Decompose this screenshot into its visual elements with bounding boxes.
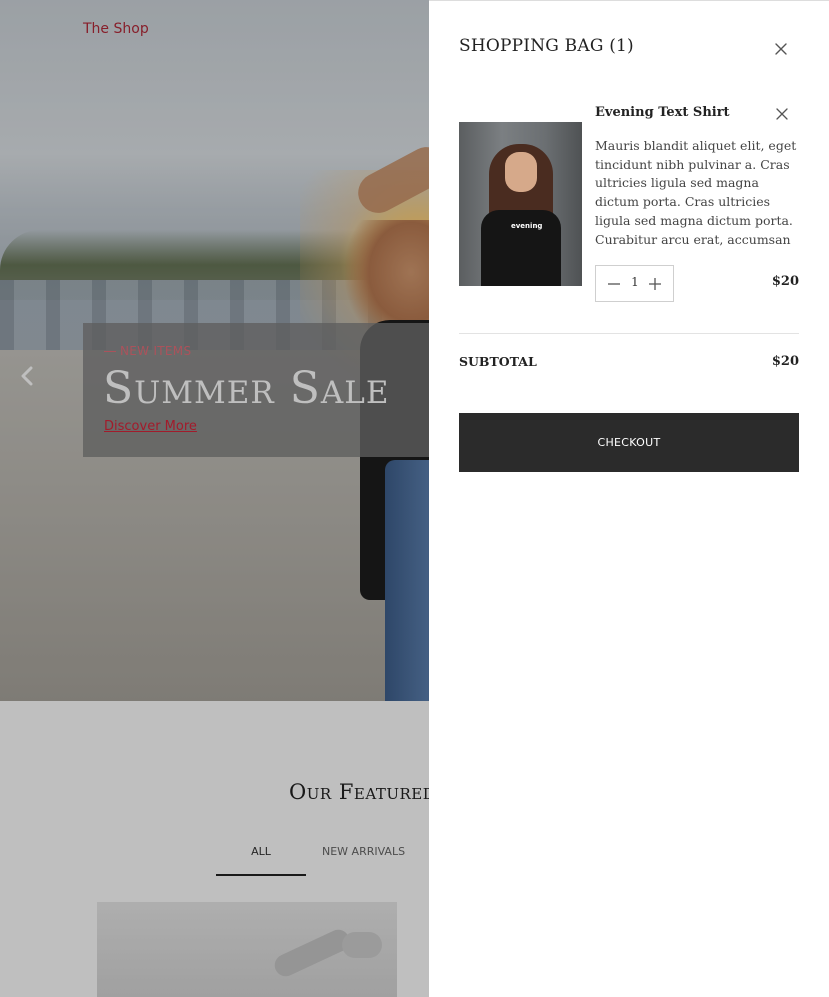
subtotal-label: SUBTOTAL (459, 354, 537, 369)
cart-divider (459, 333, 799, 334)
remove-item-close-icon[interactable] (775, 107, 789, 121)
quantity-stepper: 1 (595, 265, 674, 302)
checkout-button[interactable]: CHECKOUT (459, 413, 799, 472)
cart-item-image[interactable]: evening (459, 122, 582, 286)
shopping-bag-title: SHOPPING BAG (1) (459, 36, 634, 56)
item-model-face (505, 152, 537, 192)
cart-item-name[interactable]: Evening Text Shirt (595, 105, 730, 120)
subtotal-value: $20 (771, 354, 799, 369)
cart-item-price: $20 (771, 274, 799, 289)
quantity-value[interactable]: 1 (626, 275, 644, 289)
minus-icon[interactable] (606, 276, 622, 292)
checkout-label: CHECKOUT (597, 436, 661, 449)
plus-icon[interactable] (647, 276, 663, 292)
cart-item-description: Mauris blandit aliquet elit, eget tincid… (595, 138, 797, 247)
close-icon[interactable] (773, 41, 789, 57)
shopping-bag-drawer: SHOPPING BAG (1) evening Evening Text Sh… (429, 0, 829, 997)
item-shirt-print: evening (511, 222, 543, 230)
